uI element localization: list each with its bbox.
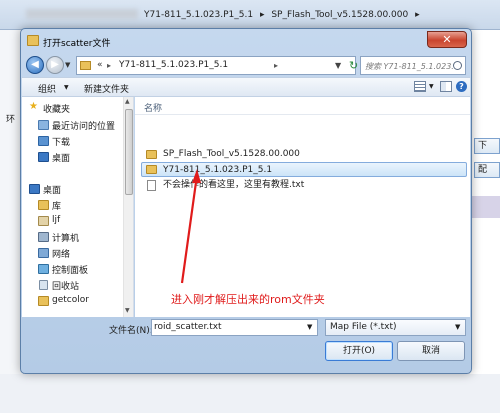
library-icon <box>38 200 49 210</box>
forward-button[interactable]: ▶ <box>46 56 64 74</box>
file-list: 名称 SP_Flash_Tool_v5.1528.00.000 Y71-811_… <box>135 97 470 317</box>
nav-label: 计算机 <box>52 234 80 244</box>
chevron-down-icon[interactable]: ▼ <box>307 323 312 331</box>
nav-label: 桌面 <box>52 154 71 164</box>
breadcrumb-arrow-icon: ▸ <box>259 10 265 20</box>
breadcrumb-arrow-icon: ▸ <box>415 10 420 20</box>
file-name-label: 文件名(N): <box>109 326 153 336</box>
folder-icon <box>80 61 91 70</box>
dialog-titlebar[interactable]: 打开scatter文件 ✕ <box>21 29 471 53</box>
folder-icon <box>27 35 39 46</box>
star-icon: ★ <box>29 101 38 112</box>
desktop-icon <box>29 184 40 194</box>
back-button[interactable]: ◀ <box>26 56 44 74</box>
help-icon[interactable]: ? <box>456 81 467 92</box>
open-scatter-dialog: 打开scatter文件 ✕ ◀ ▶ ▼ « ▸ Y71-811_5.1.023.… <box>20 28 472 374</box>
nav-label: ljf <box>52 215 61 225</box>
address-bar[interactable]: « ▸ Y71-811_5.1.023.P1_5.1 ▸ ▼ ↻ <box>76 56 358 75</box>
chevron-right-icon[interactable]: ▸ <box>274 61 278 70</box>
background-bottom-area <box>0 374 500 413</box>
navigation-bar: ◀ ▶ ▼ « ▸ Y71-811_5.1.023.P1_5.1 ▸ ▼ ↻ 搜… <box>21 53 471 77</box>
desktop-icon <box>38 152 49 162</box>
network-icon <box>38 248 49 258</box>
user-folder-icon <box>38 216 49 226</box>
chevron-down-icon: ▼ <box>64 84 69 91</box>
scroll-up-icon[interactable]: ▲ <box>125 98 130 105</box>
folder-icon <box>38 296 49 306</box>
new-folder-button[interactable]: 新建文件夹 <box>84 82 129 95</box>
address-dropdown-icon[interactable]: ▼ <box>335 61 341 70</box>
nav-label: getcolor <box>52 295 89 305</box>
refresh-icon[interactable]: ↻ <box>349 59 358 72</box>
nav-label: 桌面 <box>43 186 62 196</box>
organize-button[interactable]: 组织 <box>38 82 56 95</box>
open-button[interactable]: 打开(O) <box>325 341 393 361</box>
nav-pane-scrollbar[interactable]: ▲ ▼ <box>123 97 133 317</box>
scroll-down-icon[interactable]: ▼ <box>125 307 130 314</box>
nav-label: 回收站 <box>52 282 80 292</box>
annotation-arrow <box>180 169 201 284</box>
view-options-icon[interactable] <box>414 81 426 92</box>
nav-label: 库 <box>52 202 62 212</box>
command-toolbar: 组织 ▼ 新建文件夹 ▼ ? <box>22 77 470 97</box>
recycle-bin-icon <box>39 280 48 290</box>
background-menu-label[interactable]: 环 <box>6 112 15 125</box>
breadcrumb-segment[interactable]: Y71-811_5.1.023.P1_5.1 <box>144 10 253 20</box>
download-icon <box>38 136 49 146</box>
background-right-pane <box>470 30 500 413</box>
preview-pane-icon[interactable] <box>440 81 452 92</box>
background-breadcrumb: Y71-811_5.1.023.P1_5.1 ▸ SP_Flash_Tool_v… <box>144 10 424 20</box>
close-button[interactable]: ✕ <box>427 31 467 48</box>
chevron-down-icon[interactable]: ▼ <box>429 83 434 90</box>
file-type-select[interactable]: Map File (*.txt) <box>325 319 466 336</box>
chevron-down-icon[interactable]: ▼ <box>455 323 460 331</box>
address-segment[interactable]: Y71-811_5.1.023.P1_5.1 <box>119 60 228 70</box>
chevron-right-icon: ▸ <box>107 61 112 70</box>
scrollbar-thumb[interactable] <box>125 109 133 195</box>
recent-pages-dropdown-icon[interactable]: ▼ <box>65 61 70 69</box>
background-highlight-band <box>470 196 500 218</box>
breadcrumb-segment[interactable]: SP_Flash_Tool_v5.1528.00.000 <box>271 10 408 20</box>
search-box[interactable]: 搜索 Y71-811_5.1.023.P1_5.1 <box>360 56 466 75</box>
background-button-download[interactable]: 下 <box>474 138 500 154</box>
cancel-button[interactable]: 取消 <box>397 341 465 361</box>
control-panel-icon <box>38 264 49 274</box>
background-window-titlebar: Y71-811_5.1.023.P1_5.1 ▸ SP_Flash_Tool_v… <box>0 0 500 30</box>
nav-label: 最近访问的位置 <box>52 122 116 132</box>
search-input[interactable]: 搜索 Y71-811_5.1.023.P1_5.1 <box>365 61 453 72</box>
recent-places-icon <box>38 120 49 130</box>
blurred-region <box>26 9 138 19</box>
navigation-pane: ★ 收藏夹 最近访问的位置 下载 桌面 桌面 库 ljf 计算机 网络 控制面板… <box>22 97 134 317</box>
background-button-config[interactable]: 配 <box>474 162 500 178</box>
nav-label: 下载 <box>52 138 71 148</box>
file-name-input[interactable]: roid_scatter.txt <box>151 319 318 336</box>
search-icon[interactable] <box>453 61 462 70</box>
nav-label: 控制面板 <box>52 266 89 276</box>
computer-icon <box>38 232 49 242</box>
address-chevron[interactable]: « <box>97 60 103 70</box>
nav-label: 收藏夹 <box>43 105 71 115</box>
nav-label: 网络 <box>52 250 71 260</box>
dialog-title: 打开scatter文件 <box>43 39 111 49</box>
